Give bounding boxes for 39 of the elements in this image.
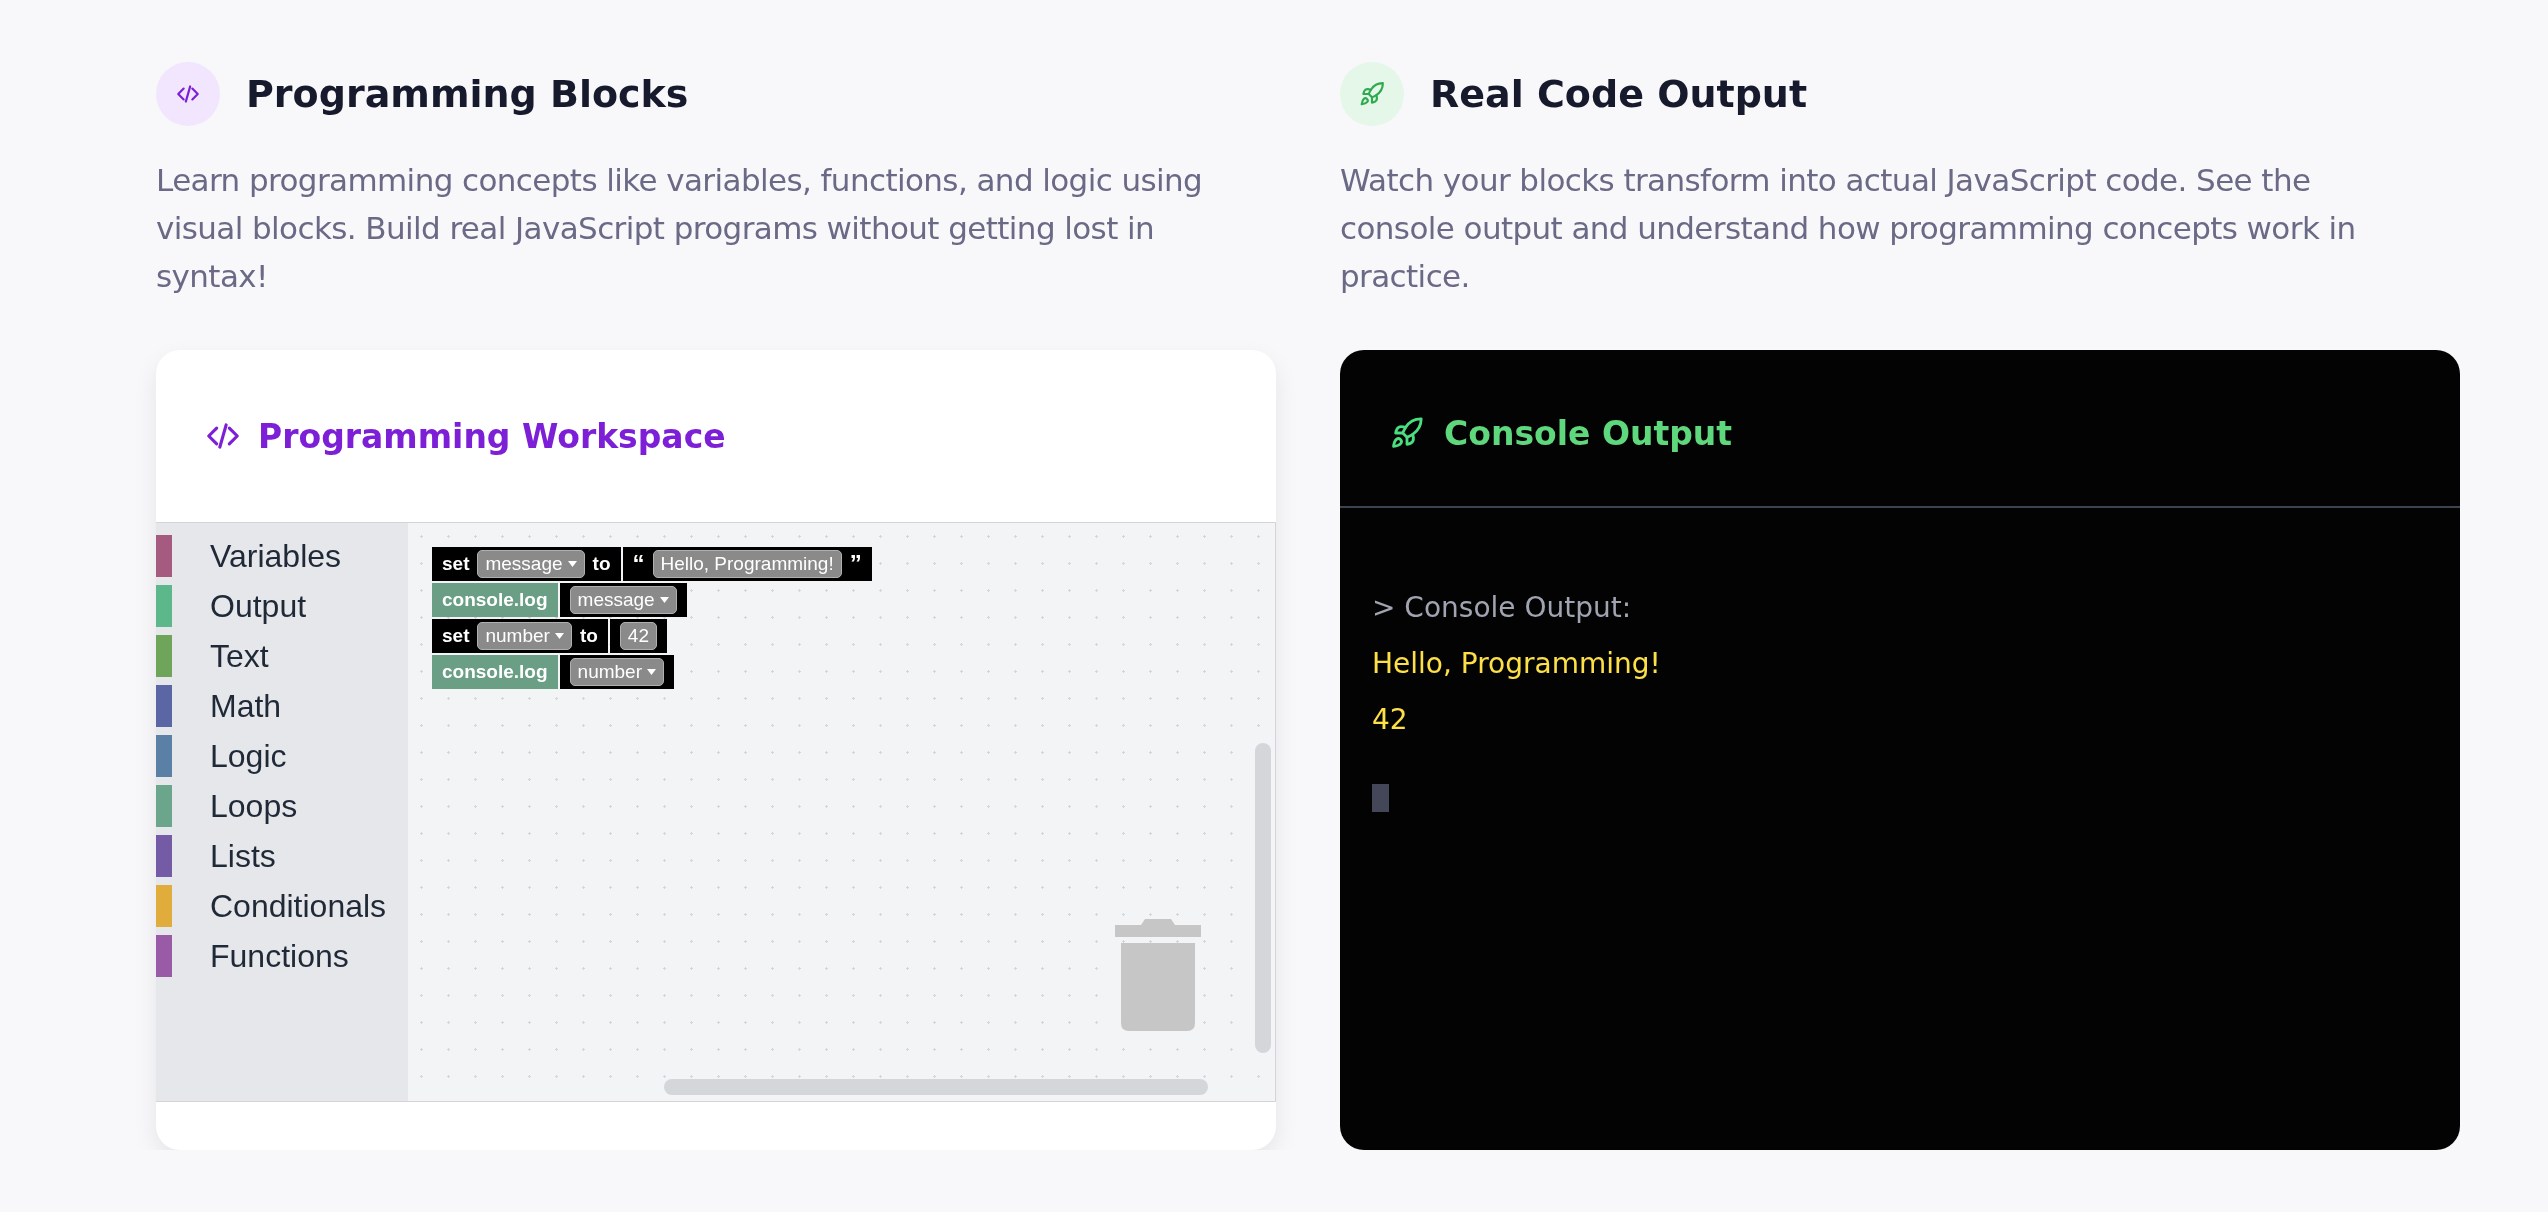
code-block[interactable]: set number to (432, 619, 608, 653)
section-title: Real Code Output (1430, 72, 1808, 116)
console-prompt: > Console Output: (1372, 590, 1633, 625)
dropdown-arrow-icon (659, 597, 669, 603)
dropdown-arrow-icon (554, 633, 564, 639)
workspace-title: Programming Workspace (258, 416, 726, 456)
quote-mark: ” (849, 550, 862, 578)
text-cursor (1372, 784, 1389, 812)
section-description: Watch your blocks transform into actual JavaScript code. See the console output and understand how programming concepts work in practice. (1340, 161, 2357, 296)
category-item[interactable]: Functions (210, 937, 349, 975)
category-item[interactable]: Text (210, 637, 269, 675)
category-item[interactable]: Variables (210, 537, 342, 575)
block-keyword: to (592, 553, 611, 575)
horizontal-scrollbar[interactable] (664, 1079, 1208, 1095)
category-item[interactable]: Math (210, 687, 282, 725)
category-item[interactable]: Lists (210, 837, 276, 875)
section-description: Learn programming concepts like variables, functions, and logic using visual blocks. Build real JavaScript programs without getting lost in syntax! (156, 161, 1204, 296)
vertical-scrollbar[interactable] (1255, 743, 1271, 1053)
dropdown-arrow-icon (567, 561, 577, 567)
trash-icon (1115, 919, 1201, 1031)
block-keyword: console.log (442, 661, 548, 683)
category-item[interactable]: Output (210, 587, 307, 625)
category-item[interactable]: Loops (210, 787, 298, 825)
rocket-icon (1359, 81, 1385, 107)
block-keyword: set (442, 553, 470, 575)
code-block[interactable]: “ Hello, Programming! ” (622, 547, 872, 581)
dropdown-arrow-icon (647, 669, 656, 675)
console-line: 42 (1372, 702, 1409, 737)
block-keyword: to (579, 625, 598, 647)
code-block[interactable]: set message to (432, 547, 621, 581)
category-item[interactable]: Conditionals (210, 887, 387, 925)
section-title: Programming Blocks (246, 72, 689, 116)
rocket-icon (1390, 416, 1424, 450)
block-keyword: set (442, 625, 470, 647)
console-title: Console Output (1444, 413, 1733, 453)
console-line: Hello, Programming! (1372, 646, 1662, 681)
quote-mark: “ (632, 550, 645, 578)
block-keyword: console.log (442, 589, 548, 611)
category-item[interactable]: Logic (210, 737, 287, 775)
